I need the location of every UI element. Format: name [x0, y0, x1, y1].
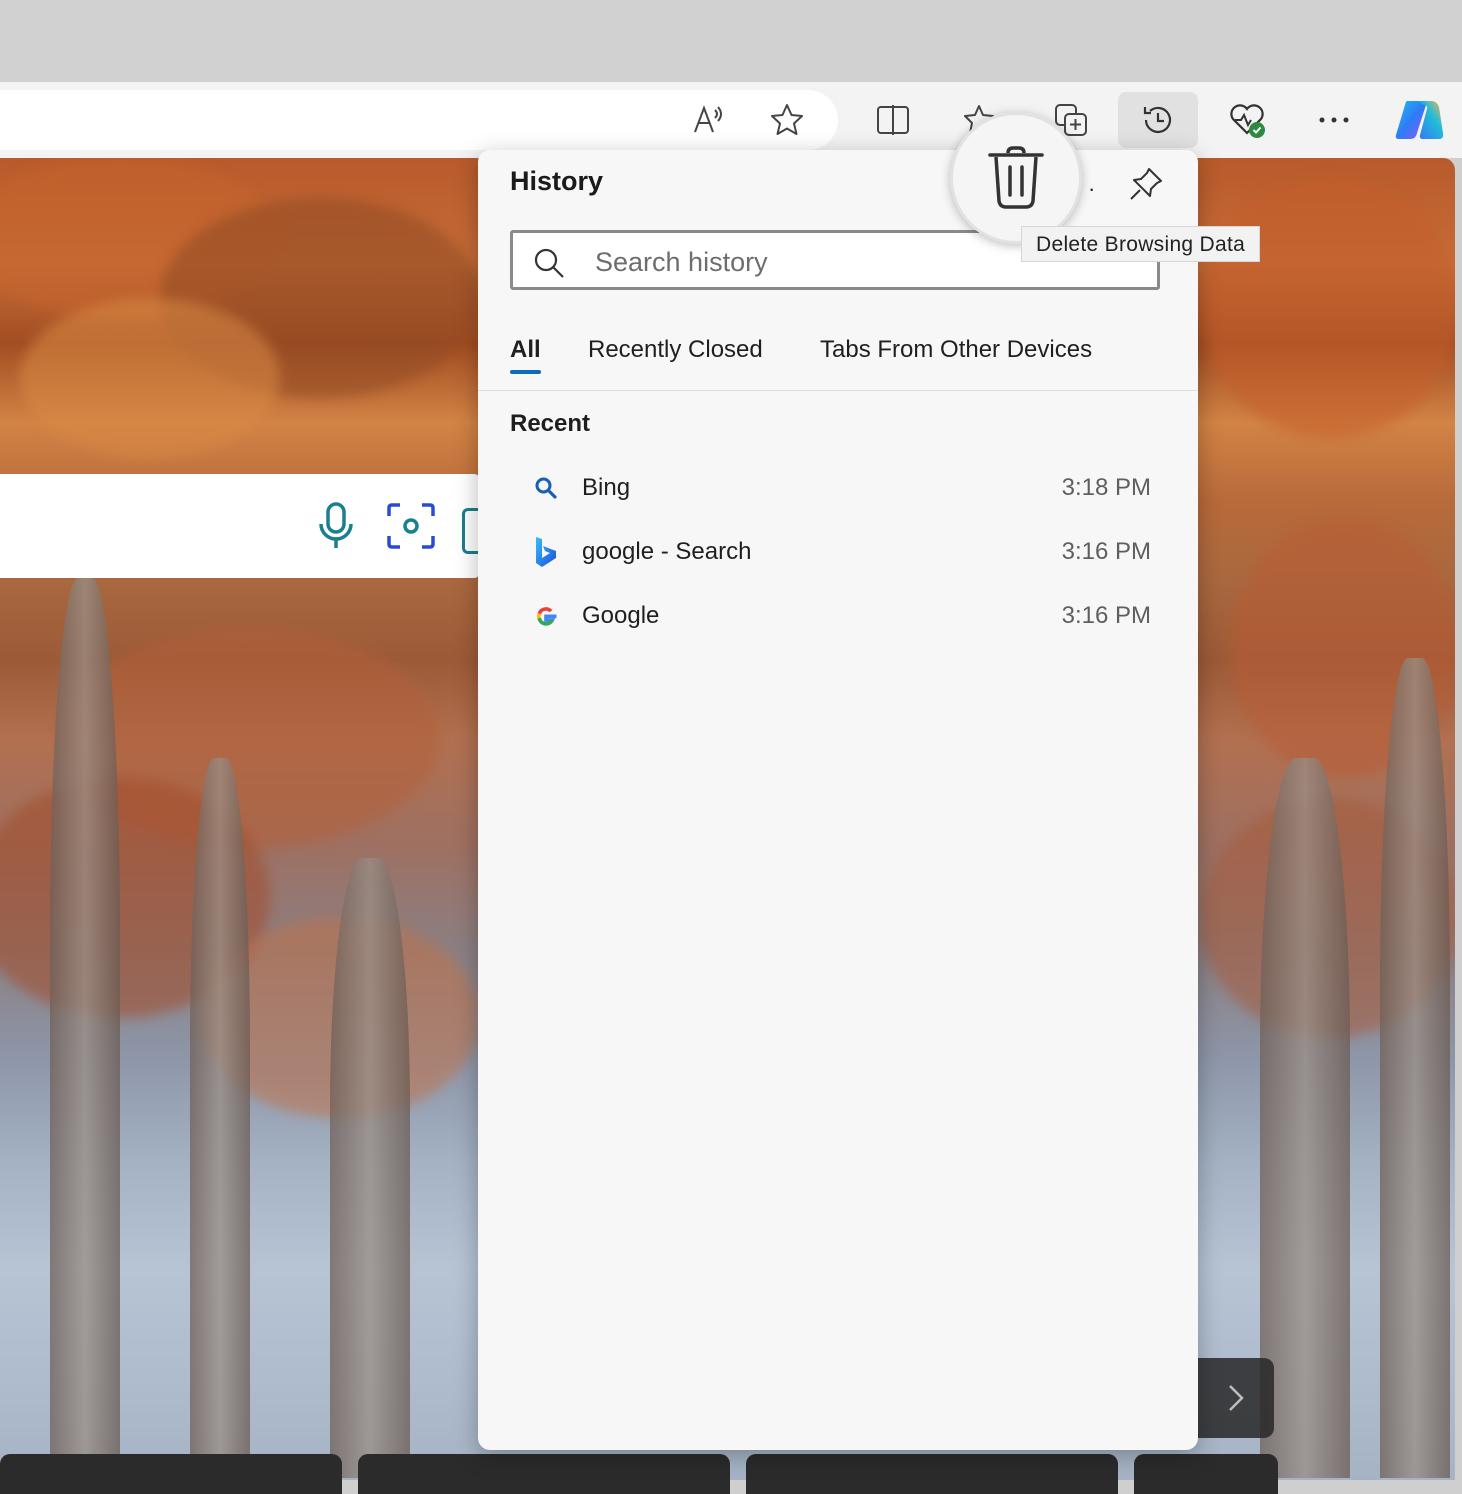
browser-essentials-button[interactable] [1218, 92, 1276, 148]
search-icon [535, 477, 557, 499]
feed-card[interactable] [1134, 1454, 1278, 1494]
add-favorite-button[interactable] [758, 92, 816, 148]
tooltip: Delete Browsing Data [1021, 226, 1261, 262]
history-icon [1143, 106, 1172, 133]
history-title: History [510, 166, 604, 196]
tab-strip [0, 0, 1462, 82]
more-button[interactable] [1305, 92, 1363, 148]
read-aloud-button[interactable] [680, 92, 738, 148]
camera-scan-icon [387, 503, 435, 549]
bing-icon [536, 537, 556, 567]
history-more-options-button[interactable]: · [1088, 176, 1095, 202]
browser-essentials-icon [1230, 104, 1265, 138]
tab-other-devices[interactable]: Tabs From Other Devices [820, 336, 1092, 364]
address-bar[interactable] [0, 90, 838, 150]
split-screen-button[interactable] [864, 92, 922, 148]
read-aloud-icon [694, 105, 722, 133]
recent-section-heading: Recent [510, 410, 591, 437]
history-item-title: Bing [582, 474, 631, 501]
copilot-button[interactable] [1390, 92, 1448, 148]
feed-card[interactable] [358, 1454, 730, 1494]
copilot-icon [1395, 101, 1444, 139]
history-item[interactable]: Bing 3:18 PM [518, 460, 1168, 520]
history-item[interactable]: google - Search 3:16 PM [518, 524, 1168, 584]
visual-search-button[interactable] [386, 502, 436, 555]
active-tab-indicator [510, 370, 541, 374]
tabs-divider [478, 390, 1198, 391]
tab-recently-closed[interactable]: Recently Closed [588, 336, 763, 364]
history-item-time: 3:16 PM [1061, 602, 1151, 629]
delete-browsing-data-button[interactable] [950, 112, 1082, 244]
history-item[interactable]: Google 3:16 PM [518, 588, 1168, 648]
more-icon [1319, 117, 1349, 123]
history-item-time: 3:18 PM [1061, 474, 1151, 501]
microphone-icon [319, 502, 353, 548]
voice-search-button[interactable] [318, 502, 354, 555]
favorite-star-icon [771, 104, 803, 135]
pin-history-button[interactable] [1124, 162, 1168, 206]
next-image-button[interactable] [1198, 1358, 1274, 1438]
history-panel: History · All Recently Closed Tabs From … [478, 150, 1198, 1450]
feed-card[interactable] [0, 1454, 342, 1494]
history-item-title: google - Search [582, 538, 752, 565]
search-icon [534, 248, 564, 278]
pin-icon [1130, 168, 1162, 200]
chevron-right-icon [1229, 1385, 1244, 1411]
page-search-box[interactable] [0, 474, 483, 578]
google-icon [537, 607, 557, 626]
history-button[interactable] [1118, 92, 1198, 148]
trash-icon [988, 146, 1044, 209]
history-item-time: 3:16 PM [1061, 538, 1151, 565]
split-screen-icon [877, 105, 909, 135]
tab-all[interactable]: All [510, 336, 541, 364]
feed-card[interactable] [746, 1454, 1118, 1494]
history-item-title: Google [582, 602, 660, 629]
